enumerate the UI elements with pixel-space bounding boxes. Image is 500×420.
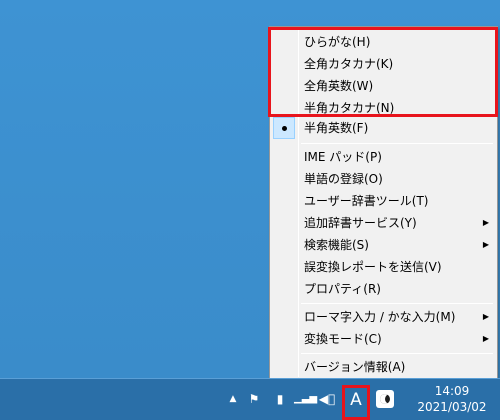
clock[interactable]: 14:09 2021/03/02 <box>404 383 500 415</box>
menu-item-label: 単語の登録(O) <box>304 172 383 186</box>
menu-item-label: IME パッド(P) <box>304 150 382 164</box>
menu-item-label: 変換モード(C) <box>304 332 382 346</box>
night-mode-icon[interactable] <box>376 390 394 408</box>
menu-item-ime-pad[interactable]: IME パッド(P) <box>270 146 497 168</box>
submenu-arrow-icon: ▶ <box>482 334 489 343</box>
menu-separator <box>301 353 493 354</box>
menu-item-halfwidth-alphanumeric[interactable]: 半角英数(F) <box>270 117 497 139</box>
menu-item-user-dictionary-tool[interactable]: ユーザー辞書ツール(T) <box>270 190 497 212</box>
menu-item-input-method[interactable]: ローマ字入力 / かな入力(M) ▶ <box>270 306 497 328</box>
up-arrow-icon[interactable]: ▲ <box>228 391 238 407</box>
clock-date: 2021/03/02 <box>417 400 487 414</box>
menu-item-label: 追加辞書サービス(Y) <box>304 216 417 230</box>
menu-item-label: 検索機能(S) <box>304 238 369 252</box>
speaker-muted-icon[interactable]: ◀⃠ <box>318 391 336 407</box>
menu-item-label: 誤変換レポートを送信(V) <box>304 260 442 274</box>
clock-time: 14:09 <box>434 384 470 398</box>
menu-item-label: プロパティ(R) <box>304 282 381 296</box>
menu-item-label: バージョン情報(A) <box>304 360 406 374</box>
highlight-box-input-modes <box>268 27 498 117</box>
highlight-box-ime-icon <box>342 385 370 420</box>
submenu-arrow-icon: ▶ <box>482 312 489 321</box>
submenu-arrow-icon: ▶ <box>482 240 489 249</box>
menu-item-report-misconversion[interactable]: 誤変換レポートを送信(V) <box>270 256 497 278</box>
menu-item-label: ユーザー辞書ツール(T) <box>304 194 429 208</box>
taskbar: ▲ ⚑ ▮ ▁▃▅ ◀⃠ A 14:09 2021/03/02 <box>0 378 500 420</box>
menu-separator <box>301 303 493 304</box>
menu-item-label: 半角英数(F) <box>304 121 369 135</box>
menu-item-additional-dictionary[interactable]: 追加辞書サービス(Y) ▶ <box>270 212 497 234</box>
battery-icon[interactable]: ▮ <box>272 391 288 407</box>
menu-item-word-register[interactable]: 単語の登録(O) <box>270 168 497 190</box>
signal-icon[interactable]: ▁▃▅ <box>294 391 317 407</box>
menu-item-label: ローマ字入力 / かな入力(M) <box>304 310 456 324</box>
menu-item-properties[interactable]: プロパティ(R) <box>270 278 497 300</box>
menu-item-version-info[interactable]: バージョン情報(A) <box>270 356 497 378</box>
menu-item-search-function[interactable]: 検索機能(S) ▶ <box>270 234 497 256</box>
menu-item-conversion-mode[interactable]: 変換モード(C) ▶ <box>270 328 497 350</box>
menu-separator <box>301 143 493 144</box>
flag-icon[interactable]: ⚑ <box>246 391 262 407</box>
submenu-arrow-icon: ▶ <box>482 218 489 227</box>
